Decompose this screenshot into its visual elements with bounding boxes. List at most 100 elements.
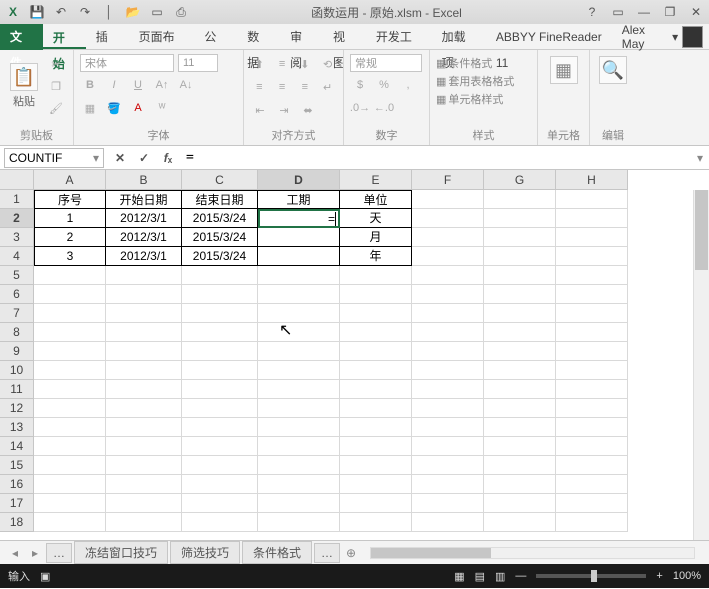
comma-icon[interactable]: , [398,75,418,95]
cell-D18[interactable] [258,513,340,532]
cell-B14[interactable] [106,437,182,456]
cell-H11[interactable] [556,380,628,399]
cell-A1[interactable]: 序号 [34,190,106,209]
cell-C3[interactable]: 2015/3/24 [182,228,258,247]
cell-G9[interactable] [484,342,556,361]
cell-D4[interactable] [258,247,340,266]
cell-G1[interactable] [484,190,556,209]
cell-B2[interactable]: 2012/3/1 [106,209,182,228]
cell-D6[interactable] [258,285,340,304]
decrease-indent-icon[interactable]: ⇤ [250,100,270,120]
cell-C5[interactable] [182,266,258,285]
tab-nav-prev-icon[interactable]: ◂ [6,546,24,560]
cell-H4[interactable] [556,247,628,266]
cell-D13[interactable] [258,418,340,437]
cell-F9[interactable] [412,342,484,361]
tab-开发工具[interactable]: 开发工具 [366,24,432,50]
cell-F12[interactable] [412,399,484,418]
cell-B11[interactable] [106,380,182,399]
fill-color-icon[interactable]: 🪣 [104,98,124,118]
decrease-font-icon[interactable]: A↓ [176,75,196,95]
cell-G16[interactable] [484,475,556,494]
tab-数据[interactable]: 数据 [237,24,280,50]
cell-C15[interactable] [182,456,258,475]
spreadsheet-grid[interactable]: ABCDEFGH 123456789101112131415161718 ↖ 序… [0,170,709,540]
cell-G7[interactable] [484,304,556,323]
row-header-6[interactable]: 6 [0,285,34,304]
cell-C1[interactable]: 结束日期 [182,190,258,209]
cell-B4[interactable]: 2012/3/1 [106,247,182,266]
cell-H6[interactable] [556,285,628,304]
cell-C8[interactable] [182,323,258,342]
cell-E12[interactable] [340,399,412,418]
cell-E8[interactable] [340,323,412,342]
cell-E17[interactable] [340,494,412,513]
cell-H8[interactable] [556,323,628,342]
cut-icon[interactable]: ✂ [46,54,66,74]
cell-B15[interactable] [106,456,182,475]
cell-F7[interactable] [412,304,484,323]
user-account[interactable]: Alex May ▾ [622,23,709,51]
cell-E11[interactable] [340,380,412,399]
paste-button[interactable]: 📋 粘贴 [6,61,42,111]
help-icon[interactable]: ? [583,3,601,21]
cell-F13[interactable] [412,418,484,437]
decrease-decimal-icon[interactable]: ←.0 [374,98,394,118]
cell-D2[interactable]: = [258,209,340,228]
cell-E7[interactable] [340,304,412,323]
cell-A13[interactable] [34,418,106,437]
restore-icon[interactable]: ❐ [661,3,679,21]
cell-B17[interactable] [106,494,182,513]
tab-file[interactable]: 文件 [0,24,43,50]
cell-C13[interactable] [182,418,258,437]
conditional-format-button[interactable]: ▦ 条件格式 [436,54,531,72]
cell-B12[interactable] [106,399,182,418]
tab-more-left[interactable]: … [46,543,72,563]
col-header-D[interactable]: D [258,170,340,190]
wrap-text-icon[interactable]: ↵ [318,77,337,97]
macro-record-icon[interactable]: ▣ [40,570,50,583]
increase-indent-icon[interactable]: ⇥ [274,100,294,120]
enter-formula-icon[interactable]: ✓ [132,148,156,168]
cell-A10[interactable] [34,361,106,380]
row-header-12[interactable]: 12 [0,399,34,418]
cell-B6[interactable] [106,285,182,304]
cell-E2[interactable]: 天 [340,209,412,228]
cells-area[interactable]: ↖ 序号开始日期结束日期工期单位12012/3/12015/3/24=天2201… [34,190,709,540]
cell-F10[interactable] [412,361,484,380]
cell-G11[interactable] [484,380,556,399]
open-icon[interactable]: 📂 [124,3,142,21]
close-icon[interactable]: ✕ [687,3,705,21]
view-normal-icon[interactable]: ▦ [454,570,464,583]
cell-E14[interactable] [340,437,412,456]
tab-审阅[interactable]: 审阅 [280,24,323,50]
cell-C2[interactable]: 2015/3/24 [182,209,258,228]
cell-A5[interactable] [34,266,106,285]
minimize-icon[interactable]: — [635,3,653,21]
cell-C16[interactable] [182,475,258,494]
expand-formula-icon[interactable]: ▾ [691,151,709,165]
view-layout-icon[interactable]: ▤ [475,570,485,583]
cell-D1[interactable]: 工期 [258,190,340,209]
cell-C10[interactable] [182,361,258,380]
col-header-G[interactable]: G [484,170,556,190]
italic-button[interactable]: I [104,75,124,95]
name-box[interactable]: COUNTIF ▾ [4,148,104,168]
cell-C9[interactable] [182,342,258,361]
cell-E18[interactable] [340,513,412,532]
cell-G17[interactable] [484,494,556,513]
cell-G2[interactable] [484,209,556,228]
cell-G12[interactable] [484,399,556,418]
cell-B10[interactable] [106,361,182,380]
cells-button[interactable]: ▦ [544,54,583,86]
cell-G18[interactable] [484,513,556,532]
increase-decimal-icon[interactable]: .0→ [350,98,370,118]
percent-icon[interactable]: % [374,75,394,95]
cell-C6[interactable] [182,285,258,304]
print-icon[interactable]: ⎙ [172,3,190,21]
format-painter-icon[interactable]: 🖌 [46,98,66,118]
cell-D15[interactable] [258,456,340,475]
currency-icon[interactable]: $ [350,75,370,95]
cell-A8[interactable] [34,323,106,342]
save-icon[interactable]: 💾 [28,3,46,21]
